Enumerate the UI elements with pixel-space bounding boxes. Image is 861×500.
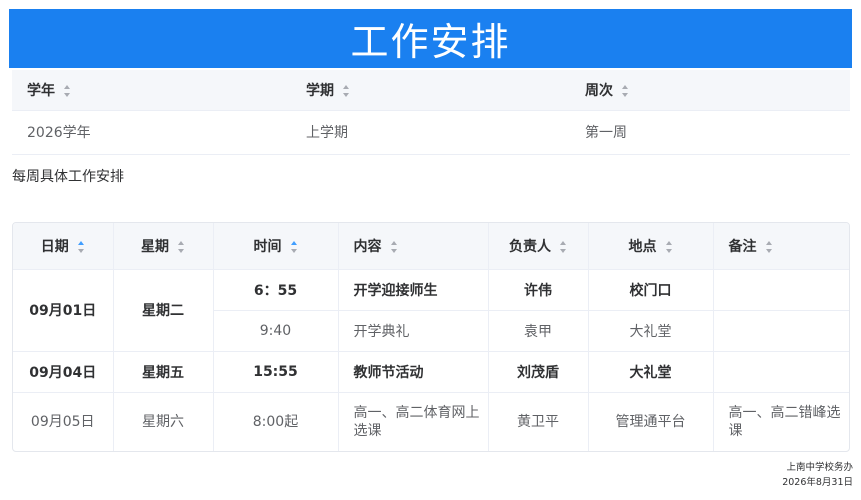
section-label: 每周具体工作安排 — [12, 169, 124, 185]
sort-icon[interactable] — [290, 240, 298, 253]
term-info-table: 学年 学期 周次 2026学年 上学期 第一周 — [12, 70, 850, 155]
column-header-year[interactable]: 学年 — [12, 70, 291, 111]
cell-owner: 袁甲 — [488, 310, 589, 352]
cell-week: 第一周 — [570, 110, 850, 155]
cell-owner: 刘茂盾 — [488, 351, 589, 393]
sort-icon[interactable] — [64, 84, 71, 97]
cell-time: 8:00起 — [213, 392, 339, 451]
column-header-weekday[interactable]: 星期 — [113, 223, 214, 270]
column-header-date[interactable]: 日期 — [13, 223, 114, 270]
page-title-banner: 工作安排 — [9, 9, 852, 68]
cell-time: 9:40 — [213, 310, 339, 352]
cell-time: 6：55 — [213, 269, 339, 311]
table-row: 2026学年 上学期 第一周 — [12, 110, 850, 155]
cell-location: 大礼堂 — [588, 351, 714, 393]
column-header-term[interactable]: 学期 — [291, 70, 570, 111]
column-header-owner[interactable]: 负责人 — [488, 223, 589, 270]
cell-note — [713, 310, 849, 352]
cell-content: 高一、高二体育网上选课 — [338, 392, 489, 451]
cell-location: 校门口 — [588, 269, 714, 311]
cell-date: 09月04日 — [13, 351, 114, 393]
footer-office: 上南中学校务办 — [786, 462, 853, 473]
cell-content: 教师节活动 — [338, 351, 489, 393]
page-title: 工作安排 — [350, 20, 511, 64]
sort-icon[interactable] — [77, 240, 85, 253]
cell-owner: 黄卫平 — [488, 392, 589, 451]
cell-date: 09月01日 — [13, 269, 114, 352]
cell-weekday: 星期二 — [113, 269, 214, 352]
schedule-card: 日期 星期 时间 内容 负责人 地点 备注 09月01日 星期二 6：55 开学… — [12, 222, 850, 452]
table-row: 09月05日 星期六 8:00起 高一、高二体育网上选课 黄卫平 管理通平台 高… — [13, 392, 849, 451]
cell-content: 开学典礼 — [338, 310, 489, 352]
column-header-content[interactable]: 内容 — [338, 223, 489, 270]
cell-year: 2026学年 — [12, 110, 291, 155]
cell-weekday: 星期六 — [113, 392, 214, 451]
sort-icon[interactable] — [343, 84, 350, 97]
cell-owner: 许伟 — [488, 269, 589, 311]
table-row: 09月04日 星期五 15:55 教师节活动 刘茂盾 大礼堂 — [13, 351, 849, 393]
cell-time: 15:55 — [213, 351, 339, 393]
table-row: 09月01日 星期二 6：55 开学迎接师生 许伟 校门口 — [13, 269, 849, 352]
footer-signature: 上南中学校务办 2026年8月31日 — [782, 460, 853, 490]
cell-note: 高一、高二错峰选课 — [713, 392, 849, 451]
cell-term: 上学期 — [291, 110, 570, 155]
sort-icon[interactable] — [665, 240, 673, 253]
cell-note — [713, 351, 849, 393]
column-header-note[interactable]: 备注 — [713, 223, 849, 270]
column-header-location[interactable]: 地点 — [588, 223, 714, 270]
sort-icon[interactable] — [765, 240, 773, 253]
schedule-table: 日期 星期 时间 内容 负责人 地点 备注 09月01日 星期二 6：55 开学… — [13, 223, 849, 451]
column-header-time[interactable]: 时间 — [213, 223, 339, 270]
sort-icon[interactable] — [390, 240, 398, 253]
sort-icon[interactable] — [560, 240, 567, 253]
footer-date: 2026年8月31日 — [782, 477, 853, 488]
column-header-week[interactable]: 周次 — [570, 70, 850, 111]
cell-note — [713, 269, 849, 311]
cell-date: 09月05日 — [13, 392, 114, 451]
cell-location: 管理通平台 — [588, 392, 714, 451]
sort-icon[interactable] — [178, 240, 185, 253]
cell-content: 开学迎接师生 — [338, 269, 489, 311]
cell-location: 大礼堂 — [588, 310, 714, 352]
cell-weekday: 星期五 — [113, 351, 214, 393]
sort-icon[interactable] — [622, 84, 629, 97]
